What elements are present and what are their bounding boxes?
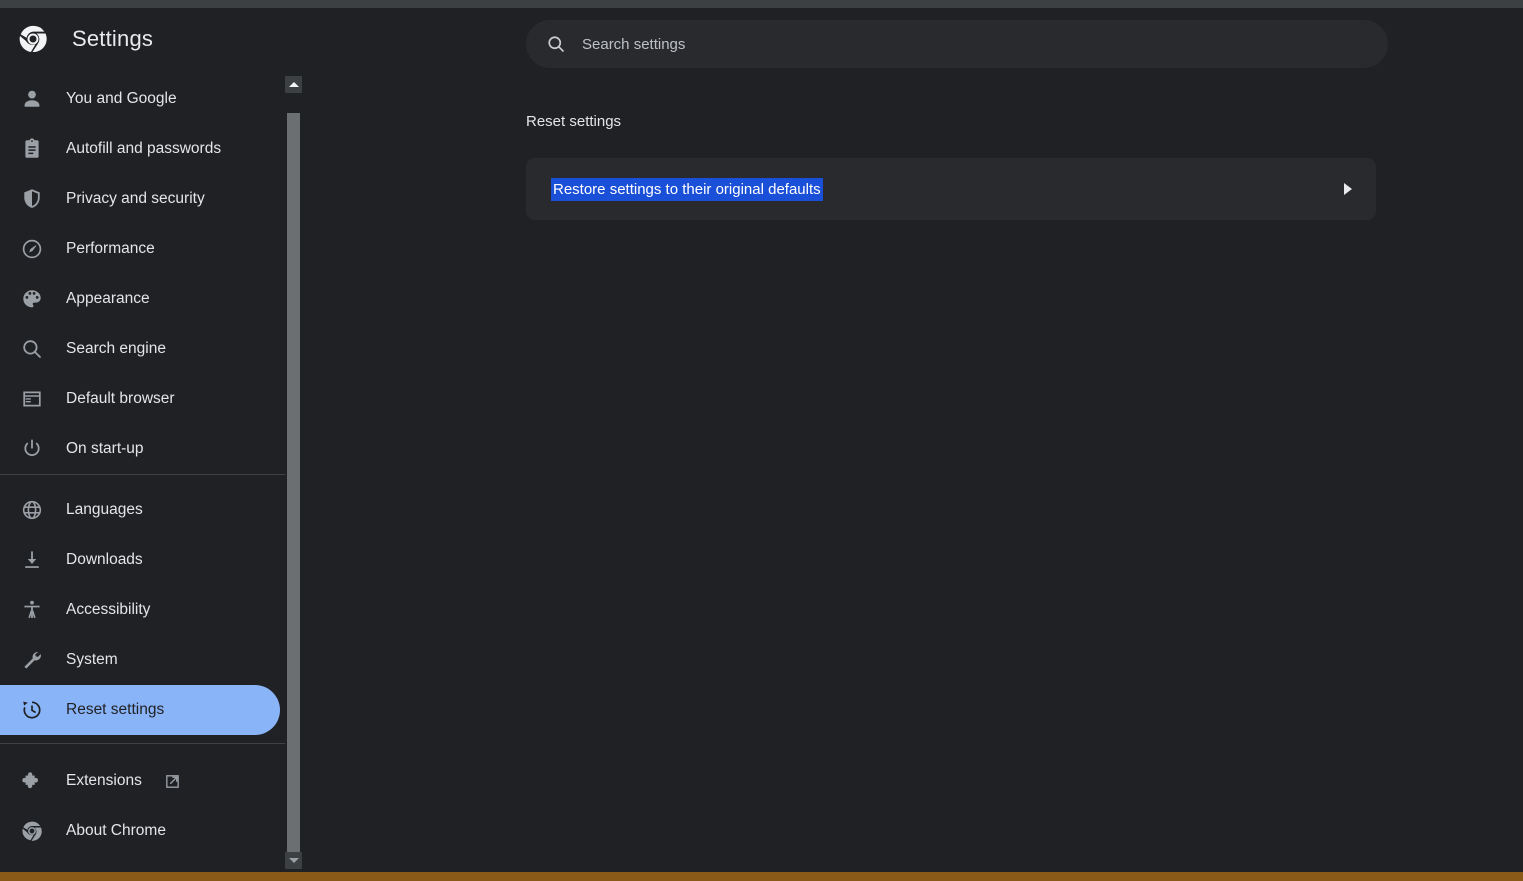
- nav-group-footer: Extensions About Chrome: [0, 744, 285, 856]
- sidebar-item-label: About Chrome: [66, 822, 166, 839]
- sidebar-item-label: Appearance: [66, 290, 150, 307]
- nav-group-advanced: Languages Downloads Accessibility System…: [0, 475, 285, 743]
- sidebar-item-label: Languages: [66, 501, 143, 518]
- sidebar-item-performance[interactable]: Performance: [0, 224, 285, 274]
- shield-icon: [24, 189, 40, 208]
- window-bottom-strip: [0, 872, 1523, 881]
- sidebar-item-label: Downloads: [66, 551, 143, 568]
- power-icon: [24, 439, 40, 456]
- palette-icon: [23, 290, 41, 308]
- sidebar-item-label: On start-up: [66, 440, 144, 457]
- sidebar-item-on-start-up[interactable]: On start-up: [0, 424, 285, 474]
- restore-defaults-label: Restore settings to their original defau…: [551, 177, 823, 201]
- sidebar-item-default-browser[interactable]: Default browser: [0, 374, 285, 424]
- window-top-strip: [0, 0, 1523, 8]
- restore-defaults-row[interactable]: Restore settings to their original defau…: [526, 158, 1376, 220]
- sidebar-item-label: Search engine: [66, 340, 166, 357]
- sidebar-item-about-chrome[interactable]: About Chrome: [0, 806, 285, 856]
- scrollbar-thumb[interactable]: [287, 113, 300, 863]
- sidebar-item-label: Privacy and security: [66, 190, 205, 207]
- settings-main-content: Search settings Reset settings Restore s…: [302, 8, 1523, 872]
- sidebar-item-label: System: [66, 651, 118, 668]
- sidebar-item-privacy-and-security[interactable]: Privacy and security: [0, 174, 285, 224]
- sidebar-item-you-and-google[interactable]: You and Google: [0, 74, 285, 124]
- search-icon: [548, 36, 564, 52]
- sidebar-item-extensions[interactable]: Extensions: [0, 756, 285, 806]
- search-placeholder: Search settings: [582, 35, 686, 53]
- section-heading-reset-settings: Reset settings: [526, 113, 622, 130]
- person-icon: [24, 90, 40, 107]
- browser-window-icon: [23, 391, 41, 407]
- page-title: Settings: [72, 26, 154, 51]
- scroll-down-arrow-icon: [288, 858, 299, 863]
- sidebar-item-label: Autofill and passwords: [66, 140, 222, 157]
- sidebar-scrollbar[interactable]: [285, 76, 302, 869]
- sidebar-item-autofill-and-passwords[interactable]: Autofill and passwords: [0, 124, 285, 174]
- sidebar-item-search-engine[interactable]: Search engine: [0, 324, 285, 374]
- sidebar-item-label: Extensions: [66, 772, 142, 789]
- sidebar-item-label: Reset settings: [66, 701, 165, 718]
- chevron-right-icon[interactable]: [1344, 183, 1352, 195]
- search-input[interactable]: Search settings: [526, 20, 1388, 68]
- scrollbar-up-button[interactable]: [285, 76, 302, 93]
- sidebar-item-label: Default browser: [66, 390, 175, 407]
- chrome-logo-icon: [19, 25, 47, 53]
- wrench-icon: [24, 652, 41, 669]
- brand-header: Settings: [0, 8, 285, 70]
- history-restore-icon: [23, 701, 41, 719]
- globe-icon: [22, 500, 42, 520]
- sidebar-item-languages[interactable]: Languages: [0, 485, 285, 535]
- settings-window: Settings You and Google Autofill and pas…: [0, 0, 1523, 881]
- sidebar-item-accessibility[interactable]: Accessibility: [0, 585, 285, 635]
- sidebar-item-label: Accessibility: [66, 601, 151, 618]
- sidebar-item-system[interactable]: System: [0, 635, 285, 685]
- settings-sidebar: Settings You and Google Autofill and pas…: [0, 8, 285, 872]
- sidebar-item-appearance[interactable]: Appearance: [0, 274, 285, 324]
- scrollbar-track[interactable]: [285, 93, 302, 863]
- scroll-up-arrow-icon: [288, 82, 299, 87]
- sidebar-item-downloads[interactable]: Downloads: [0, 535, 285, 585]
- search-row: Search settings: [526, 20, 1388, 68]
- speedometer-icon: [22, 239, 42, 259]
- sidebar-item-reset-settings[interactable]: Reset settings: [0, 685, 280, 735]
- download-icon: [25, 551, 39, 568]
- scrollbar-down-button[interactable]: [285, 852, 302, 869]
- puzzle-piece-icon: [22, 772, 38, 789]
- clipboard-icon: [25, 138, 39, 158]
- sidebar-item-label: Performance: [66, 240, 155, 257]
- open-in-new-icon[interactable]: [164, 773, 181, 790]
- chrome-logo-icon: [22, 821, 42, 841]
- search-icon: [23, 340, 41, 358]
- sidebar-item-label: You and Google: [66, 90, 177, 107]
- accessibility-icon: [24, 600, 40, 619]
- nav-group-primary: You and Google Autofill and passwords Pr…: [0, 70, 285, 474]
